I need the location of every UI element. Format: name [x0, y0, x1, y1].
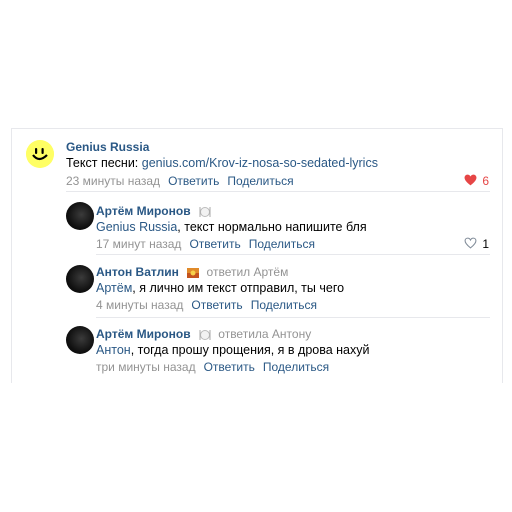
genius-avatar[interactable]	[26, 140, 54, 168]
comment-meta: три минуты назад Ответить Поделиться	[96, 360, 329, 374]
mention-link[interactable]: Genius Russia	[96, 220, 177, 234]
comment-reply-1: Артём Миронов Genius Russia, текст норма…	[12, 192, 502, 254]
author-name[interactable]: Антон Ватлин	[96, 265, 179, 279]
smiley-face-icon	[26, 140, 54, 168]
comment-meta: 17 минут назад Ответить Поделиться	[96, 237, 315, 251]
comment-body: , я лично им текст отправил, ты чего	[132, 281, 345, 295]
comment-time[interactable]: три минуты назад	[96, 360, 196, 374]
heart-outline-icon	[464, 237, 477, 249]
comment-text: Genius Russia, текст нормально напишите …	[96, 220, 367, 234]
comment-author: Антон Ватлин ответил Артём	[96, 265, 288, 279]
like-button[interactable]: 1	[464, 237, 489, 251]
comment-body: , текст нормально напишите бля	[177, 220, 367, 234]
mention-link[interactable]: Антон	[96, 343, 131, 357]
like-count: 6	[482, 174, 490, 188]
author-name[interactable]: Артём Миронов	[96, 327, 191, 341]
comment-time[interactable]: 17 минут назад	[96, 237, 181, 251]
comment-reply-3: Артём Миронов ответила Антону Антон, тог…	[12, 318, 502, 382]
user-avatar[interactable]	[66, 202, 94, 230]
author-name[interactable]: Артём Миронов	[96, 204, 191, 218]
like-button[interactable]: 6	[464, 174, 489, 188]
reply-button[interactable]: Ответить	[168, 174, 219, 188]
user-avatar[interactable]	[66, 326, 94, 354]
plate-badge-icon	[199, 329, 211, 340]
replied-to-label[interactable]: ответил Артём	[207, 265, 289, 279]
comment-text: Артём, я лично им текст отправил, ты чег…	[96, 281, 344, 295]
comment-text: Текст песни: genius.com/Krov-iz-nosa-so-…	[66, 156, 378, 170]
share-button[interactable]: Поделиться	[249, 237, 315, 251]
lyrics-link[interactable]: genius.com/Krov-iz-nosa-so-sedated-lyric…	[142, 156, 378, 170]
comment-text: Антон, тогда прошу прощения, я в дрова н…	[96, 343, 370, 357]
comment-text-prefix: Текст песни:	[66, 156, 142, 170]
share-button[interactable]: Поделиться	[227, 174, 293, 188]
comment-time[interactable]: 4 минуты назад	[96, 298, 183, 312]
share-button[interactable]: Поделиться	[251, 298, 317, 312]
comment-author[interactable]: Genius Russia	[66, 140, 149, 154]
mention-link[interactable]: Артём	[96, 281, 132, 295]
user-avatar[interactable]	[66, 265, 94, 293]
reply-button[interactable]: Ответить	[191, 298, 242, 312]
comment-author: Артём Миронов ответила Антону	[96, 327, 311, 341]
share-button[interactable]: Поделиться	[263, 360, 329, 374]
reply-button[interactable]: Ответить	[189, 237, 240, 251]
comment-time[interactable]: 23 минуты назад	[66, 174, 160, 188]
plate-badge-icon	[199, 206, 211, 217]
like-count: 1	[482, 237, 490, 251]
comment-author: Артём Миронов	[96, 204, 211, 218]
comment-body: , тогда прошу прощения, я в дрова нахуй	[130, 343, 370, 357]
reply-button[interactable]: Ответить	[204, 360, 255, 374]
heart-filled-icon	[464, 174, 477, 186]
replied-to-label[interactable]: ответила Антону	[218, 327, 311, 341]
comments-panel: Genius Russia Текст песни: genius.com/Kr…	[11, 128, 503, 383]
comment-reply-2: Антон Ватлин ответил Артём Артём, я личн…	[12, 255, 502, 317]
comment-genius: Genius Russia Текст песни: genius.com/Kr…	[12, 128, 502, 192]
comment-meta: 4 минуты назад Ответить Поделиться	[96, 298, 317, 312]
comment-meta: 23 минуты назад Ответить Поделиться	[66, 174, 294, 188]
flag-badge-icon	[187, 267, 200, 278]
